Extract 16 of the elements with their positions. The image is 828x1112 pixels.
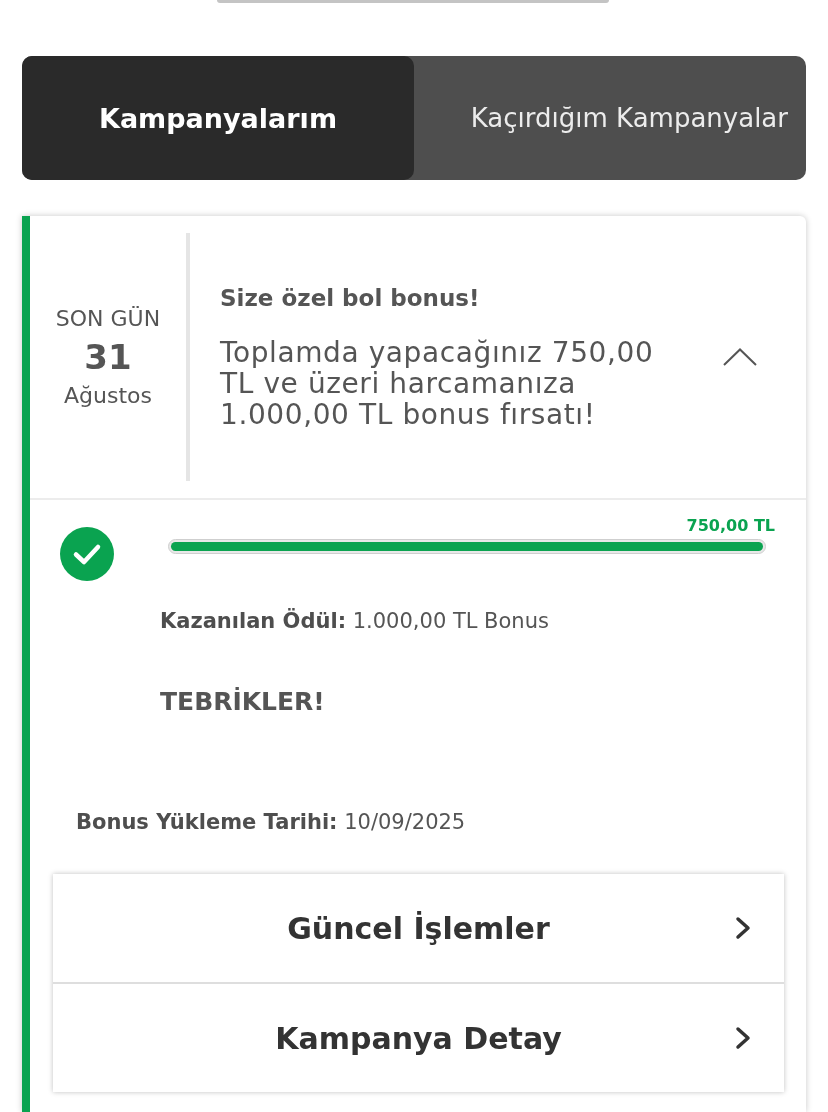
chevron-up-icon[interactable] [723,348,757,366]
tab[interactable]: Kampanyalarım [22,56,414,180]
campaign-description: Toplamda yapacağınız 750,00 TL ve üzeri harcamanıza 1.000,00 TL bonus fırsatı! [220,336,655,430]
campaign-title: Size özel bol bonus! [220,284,481,311]
nav-row-button[interactable]: Güncel İşlemler [53,874,784,982]
month-label: Ağustos [64,383,152,408]
target-amount: 750,00 TL [686,516,775,536]
status-text: TEBRİKLER! [160,686,326,718]
bonus-date-text: Bonus Yükleme Tarihi: 10/09/2025 [76,809,467,835]
tab[interactable]: Kaçırdığım Kampanyalar [414,56,806,180]
chevron-right-icon [735,916,752,940]
deadline-label: SON GÜN [55,306,161,331]
nav-row-button[interactable]: Kampanya Detay [53,982,784,1092]
chevron-right-icon [735,1026,752,1050]
day-number: 31 [84,337,132,377]
reward-text: Kazanılan Ödül: 1.000,00 TL Bonus [160,608,550,634]
